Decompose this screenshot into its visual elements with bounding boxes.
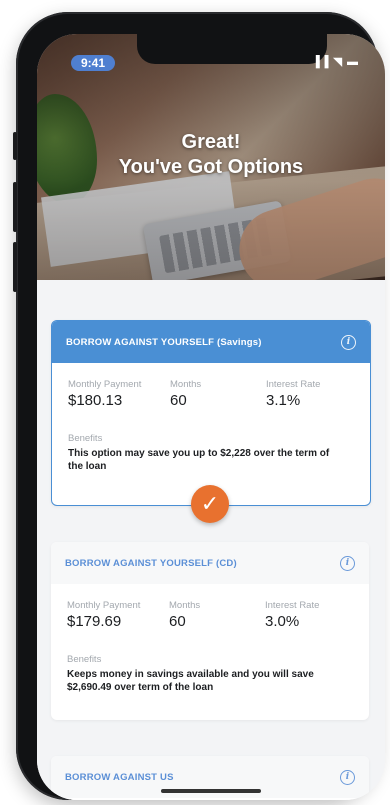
- options-list: BORROW AGAINST YOURSELF (Savings) i Mont…: [37, 280, 385, 800]
- option-card-cd[interactable]: BORROW AGAINST YOURSELF (CD) i Monthly P…: [51, 542, 369, 720]
- option-card-header: BORROW AGAINST YOURSELF (Savings) i: [52, 321, 370, 363]
- interest-rate-group: Interest Rate 3.0%: [265, 600, 319, 630]
- monthly-payment-label: Monthly Payment: [68, 379, 142, 390]
- months-value: 60: [170, 392, 187, 409]
- interest-rate-value: 3.0%: [265, 613, 300, 630]
- phone-screen: 9:41 ▐▐ ◥ ▬ Great! You've Got Options BO…: [37, 34, 385, 800]
- info-icon[interactable]: i: [340, 769, 355, 785]
- months-label: Months: [169, 600, 201, 611]
- benefits-label: Benefits: [67, 654, 102, 665]
- hero-title: Great! You've Got Options: [37, 130, 385, 180]
- monthly-payment-value: $180.13: [68, 392, 123, 409]
- months-label: Months: [170, 379, 202, 390]
- option-card-us[interactable]: BORROW AGAINST US i: [51, 756, 369, 800]
- status-bar: 9:41 ▐▐ ◥ ▬: [37, 34, 385, 71]
- interest-rate-group: Interest Rate 3.1%: [266, 379, 320, 409]
- months-group: Months 60: [169, 600, 200, 630]
- option-card-title: BORROW AGAINST US: [65, 771, 174, 783]
- monthly-payment-label: Monthly Payment: [67, 600, 141, 611]
- option-card-body: Monthly Payment $180.13 Months 60 Intere…: [52, 363, 370, 503]
- monthly-payment-group: Monthly Payment $179.69: [67, 600, 140, 630]
- option-card-title: BORROW AGAINST YOURSELF (CD): [65, 557, 237, 569]
- months-value: 60: [169, 613, 186, 630]
- status-icons: ▐▐ ◥ ▬: [311, 56, 359, 68]
- interest-rate-label: Interest Rate: [265, 600, 320, 611]
- interest-rate-label: Interest Rate: [266, 379, 321, 390]
- hero-title-line2: You've Got Options: [118, 156, 304, 178]
- volume-down-button: [13, 242, 17, 292]
- interest-rate-value: 3.1%: [266, 392, 301, 409]
- benefits-text: This option may save you up to $2,228 ov…: [68, 448, 330, 472]
- info-icon[interactable]: i: [341, 334, 356, 350]
- hero-title-line1: Great!: [181, 131, 241, 153]
- benefits-label: Benefits: [68, 433, 103, 444]
- home-indicator[interactable]: [161, 789, 261, 793]
- monthly-payment-group: Monthly Payment $180.13: [68, 379, 141, 409]
- phone-frame: 9:41 ▐▐ ◥ ▬ Great! You've Got Options BO…: [13, 12, 385, 800]
- mute-switch: [13, 132, 17, 160]
- status-time: 9:41: [71, 55, 116, 71]
- months-group: Months 60: [170, 379, 201, 409]
- checkmark-icon: ✓: [191, 485, 229, 523]
- benefits-text: Keeps money in savings available and you…: [67, 669, 314, 693]
- info-icon[interactable]: i: [340, 555, 355, 571]
- option-card-title: BORROW AGAINST YOURSELF (Savings): [66, 336, 262, 348]
- option-card-savings[interactable]: BORROW AGAINST YOURSELF (Savings) i Mont…: [51, 320, 371, 506]
- option-card-header: BORROW AGAINST YOURSELF (CD) i: [51, 542, 369, 584]
- monthly-payment-value: $179.69: [67, 613, 122, 630]
- volume-up-button: [13, 182, 17, 232]
- option-card-body: Monthly Payment $179.69 Months 60 Intere…: [51, 584, 369, 720]
